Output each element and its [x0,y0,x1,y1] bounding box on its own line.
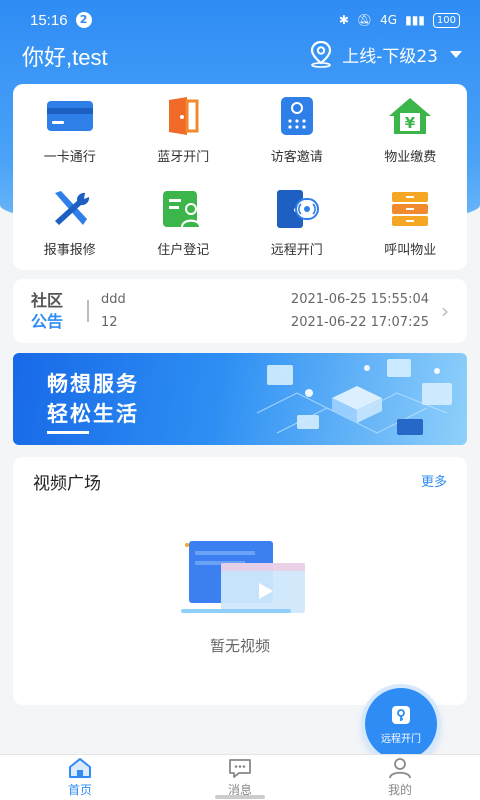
grid-item-visitor-invite[interactable]: 访客邀请 [240,84,354,177]
grid-item-label: 蓝牙开门 [157,150,210,165]
tab-label: 我的 [387,783,412,797]
greeting-text: 你好,test [22,45,108,70]
tab-home[interactable]: 首页 [0,755,160,800]
banner-underline [47,431,89,434]
notice-item[interactable]: ddd 2021-06-25 15:55:04 [101,288,441,311]
key-door-icon [392,705,410,724]
grid-item-repair-report[interactable]: 报事报修 [13,177,127,270]
grid-item-label: 住户登记 [157,243,210,258]
video-section-title: 视频广场 [33,474,101,494]
remote-door-icon [273,189,321,229]
status-icons: ✱ 🔕︎ 4G ▮▮▮ 100 [338,12,460,28]
network-label: 4G [380,13,398,27]
home-icon [69,758,91,778]
notice-title: 12 [101,315,118,330]
banner-line1: 畅想服务 [47,372,139,396]
grid-item-label: 一卡通行 [43,150,96,165]
call-property-icon [386,189,434,229]
grid-item-bluetooth-door[interactable]: 蓝牙开门 [127,84,241,177]
mute-icon: 🔕︎ [356,13,373,27]
dropdown-caret-icon [450,50,462,58]
empty-video-text: 暂无视频 [209,637,270,655]
bluetooth-door-icon [159,96,207,136]
grid-item-label: 访客邀请 [270,150,323,165]
location-selector[interactable]: 上线-下级23 [308,40,462,68]
banner-text: 畅想服务 轻松生活 [47,369,139,429]
battery-icon: 100 [432,12,460,28]
fab-label: 远程开门 [381,733,421,745]
status-time: 15:16 [30,11,68,29]
notice-date: 2021-06-25 15:55:04 [290,292,429,307]
function-grid: 一卡通行 蓝牙开门 访客邀请 ¥ 物业缴费 报事报修 住户登记 远程开门 呼叫物… [13,84,467,270]
visitor-intercom-icon [273,96,321,136]
notice-logo: 社区 公告 [31,290,77,332]
location-pin-icon [311,40,332,68]
tab-messages[interactable]: 消息 [160,755,320,800]
notice-logo-line1: 社区 [31,291,64,310]
tab-profile[interactable]: 我的 [320,755,480,800]
remote-door-fab[interactable]: 远程开门 [365,688,437,760]
signal-icon: ▮▮▮ [405,13,425,27]
resident-register-icon [159,189,207,229]
smart-city-illustration [256,359,452,435]
grid-item-call-property[interactable]: 呼叫物业 [354,177,468,270]
grid-item-resident-register[interactable]: 住户登记 [127,177,241,270]
status-bar: 15:16 2 ✱ 🔕︎ 4G ▮▮▮ 100 [0,0,480,40]
notice-list: ddd 2021-06-25 15:55:04 12 2021-06-22 17… [101,288,441,334]
home-indicator [215,795,265,799]
notice-title: ddd [101,292,126,307]
banner-line2: 轻松生活 [47,402,139,426]
grid-item-label: 物业缴费 [384,150,437,165]
grid-item-label: 呼叫物业 [384,243,437,258]
notice-logo-line2: 公告 [31,312,64,331]
message-icon [229,759,251,778]
grid-item-remote-door[interactable]: 远程开门 [240,177,354,270]
video-plaza-card: 视频广场 更多 暂无视频 [13,457,467,705]
repair-tools-icon [46,189,94,229]
grid-item-card-pass[interactable]: 一卡通行 [13,84,127,177]
promo-banner[interactable]: 畅想服务 轻松生活 [13,353,467,445]
community-notice[interactable]: 社区 公告 ddd 2021-06-25 15:55:04 12 2021-06… [13,279,467,343]
user-icon [389,758,411,779]
notice-date: 2021-06-22 17:07:25 [290,315,429,330]
notice-divider [87,300,89,322]
svg-text:¥: ¥ [405,114,416,132]
house-payment-icon: ¥ [386,96,434,136]
bottom-tab-bar: 首页 消息 我的 [0,754,480,800]
tab-label: 首页 [67,783,92,797]
notice-item[interactable]: 12 2021-06-22 17:07:25 [101,311,441,334]
bluetooth-icon: ✱ [338,13,349,27]
notification-badge: 2 [75,12,92,28]
card-icon [46,96,94,136]
empty-video-illustration [181,541,305,613]
grid-item-label: 报事报修 [43,243,96,258]
video-more-link[interactable]: 更多 [421,471,447,490]
chevron-right-icon[interactable]: › [441,299,449,323]
grid-item-label: 远程开门 [270,243,323,258]
grid-item-property-payment[interactable]: ¥ 物业缴费 [354,84,468,177]
location-label: 上线-下级23 [342,46,438,67]
